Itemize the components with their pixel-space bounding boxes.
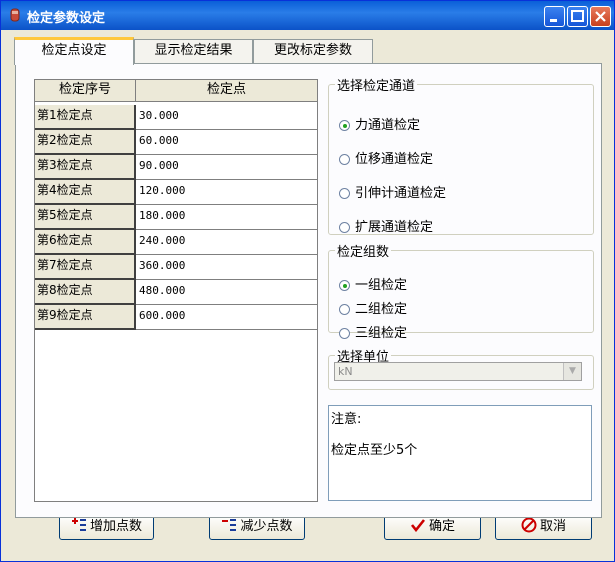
title-bar[interactable]: 检定参数设定 — [1, 1, 614, 30]
radio-button[interactable] — [339, 304, 350, 315]
dialog-window: 检定参数设定 检定点设定 显示检定结果 更改标定参数 检定序号 检定点 第1检定… — [0, 0, 615, 562]
point-value-cell[interactable]: 360.000 — [136, 255, 317, 280]
radio-button[interactable] — [339, 188, 350, 199]
radio-button[interactable] — [339, 280, 350, 291]
group-count-groupbox-title: 检定组数 — [337, 245, 390, 260]
unit-select[interactable]: kN ▼ — [334, 362, 582, 381]
radio-label: 二组检定 — [355, 302, 408, 317]
remove-points-label: 减少点数 — [240, 519, 293, 534]
unit-value: kN — [338, 365, 353, 378]
radio-one-group[interactable]: 一组检定 — [339, 276, 407, 296]
radio-force-channel[interactable]: 力通道检定 — [339, 116, 420, 136]
point-value-cell[interactable]: 240.000 — [136, 230, 317, 255]
tab-show-results[interactable]: 显示检定结果 — [134, 39, 253, 63]
row-header: 第6检定点 — [35, 230, 136, 255]
radio-button[interactable] — [339, 154, 350, 165]
radio-button[interactable] — [339, 222, 350, 233]
radio-three-groups[interactable]: 三组检定 — [339, 324, 407, 344]
column-header-index: 检定序号 — [35, 80, 136, 102]
point-value-cell[interactable]: 600.000 — [136, 305, 317, 330]
radio-extensometer-channel[interactable]: 引伸计通道检定 — [339, 184, 446, 204]
remove-rows-icon — [222, 519, 237, 531]
radio-extended-channel[interactable]: 扩展通道检定 — [339, 218, 433, 238]
radio-two-groups[interactable]: 二组检定 — [339, 300, 407, 320]
row-header: 第4检定点 — [35, 180, 136, 205]
channel-groupbox: 选择检定通道 力通道检定 位移通道检定 引伸计通道检定 扩展通道检定 — [328, 75, 594, 235]
maximize-button[interactable] — [567, 6, 588, 27]
minimize-icon — [550, 19, 557, 22]
close-icon — [595, 11, 606, 22]
add-points-label: 增加点数 — [89, 519, 142, 534]
radio-label: 力通道检定 — [355, 118, 421, 133]
radio-label: 位移通道检定 — [355, 152, 434, 167]
radio-label: 扩展通道检定 — [355, 220, 434, 235]
row-header: 第8检定点 — [35, 280, 136, 305]
row-header: 第3检定点 — [35, 155, 136, 180]
chevron-down-icon[interactable]: ▼ — [563, 363, 581, 380]
note-text: 检定点至少5个 — [331, 443, 418, 458]
point-value-cell[interactable]: 480.000 — [136, 280, 317, 305]
channel-groupbox-title: 选择检定通道 — [337, 79, 416, 94]
radio-label: 三组检定 — [355, 326, 408, 341]
add-rows-icon — [71, 518, 86, 531]
point-value-cell[interactable]: 90.000 — [136, 155, 317, 180]
point-value-cell[interactable]: 120.000 — [136, 180, 317, 205]
app-icon — [10, 8, 20, 22]
row-header: 第9检定点 — [35, 305, 136, 330]
radio-label: 引伸计通道检定 — [355, 186, 447, 201]
radio-displacement-channel[interactable]: 位移通道检定 — [339, 150, 433, 170]
row-header: 第7检定点 — [35, 255, 136, 280]
cancel-label: 取消 — [539, 519, 566, 534]
row-header: 第1检定点 — [35, 105, 136, 130]
radio-label: 一组检定 — [355, 278, 408, 293]
row-header: 第5检定点 — [35, 205, 136, 230]
row-header: 第2检定点 — [35, 130, 136, 155]
point-value-cell[interactable]: 60.000 — [136, 130, 317, 155]
tab-point-settings[interactable]: 检定点设定 — [14, 37, 134, 65]
tab-calibration-params[interactable]: 更改标定参数 — [253, 39, 373, 63]
calibration-point-table: 检定序号 检定点 第1检定点 30.000 第2检定点 60.000 第3检定点… — [34, 79, 318, 502]
note-title: 注意: — [331, 412, 362, 427]
column-header-point: 检定点 — [136, 80, 317, 102]
group-count-groupbox: 检定组数 一组检定 二组检定 三组检定 — [328, 241, 594, 341]
window-title: 检定参数设定 — [27, 11, 106, 26]
radio-button[interactable] — [339, 328, 350, 339]
minimize-button[interactable] — [544, 6, 565, 27]
cancel-icon — [521, 517, 537, 533]
point-value-cell[interactable]: 180.000 — [136, 205, 317, 230]
maximize-icon — [571, 10, 584, 22]
radio-button[interactable] — [339, 120, 350, 131]
close-button[interactable] — [590, 6, 611, 27]
ok-label: 确定 — [428, 519, 455, 534]
checkmark-icon — [410, 519, 425, 532]
note-box: 注意: 检定点至少5个 — [328, 405, 592, 501]
point-value-cell[interactable]: 30.000 — [136, 105, 317, 130]
